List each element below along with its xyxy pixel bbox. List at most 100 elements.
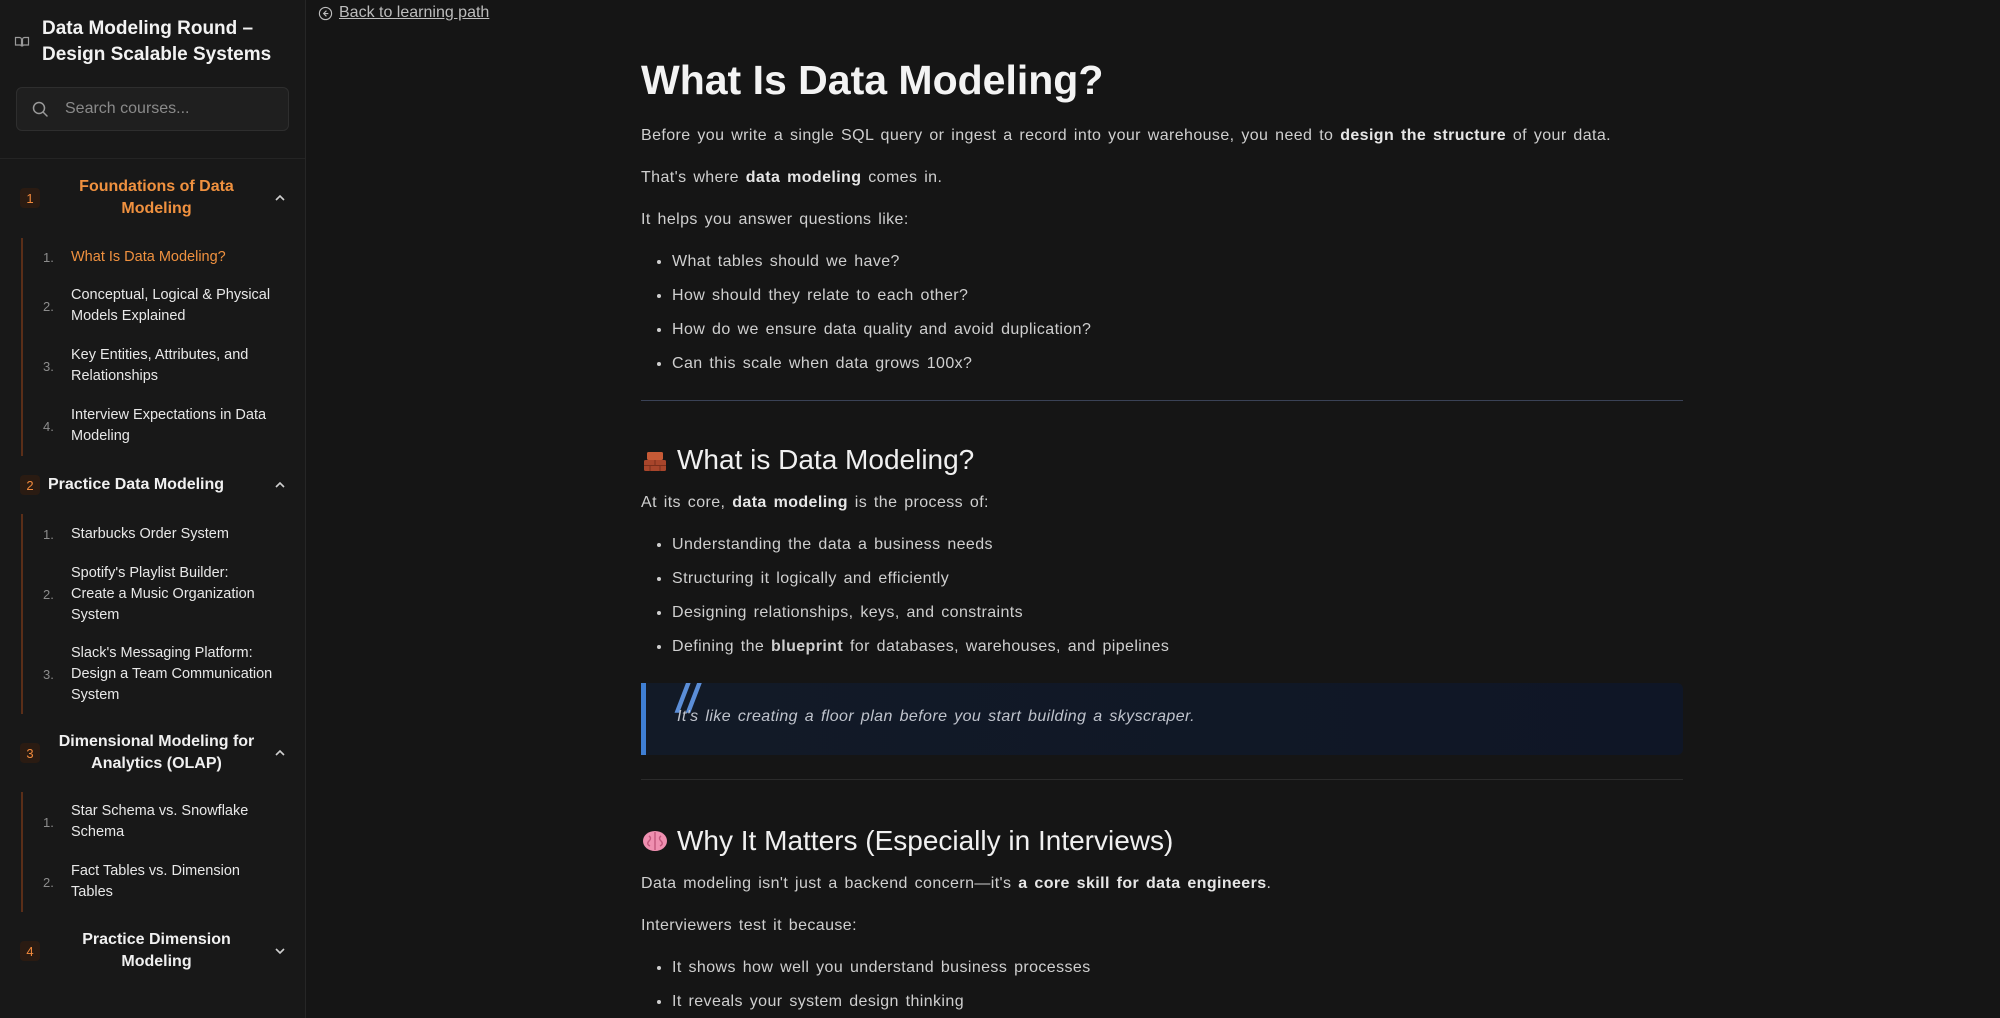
list-item: Understanding the data a business needs: [672, 534, 1683, 556]
module-title: Practice Dimension Modeling: [40, 929, 273, 973]
section-heading: What is Data Modeling?: [641, 441, 1683, 479]
process-list: Understanding the data a business needs …: [641, 534, 1683, 658]
course-title-line: Data Modeling Round –: [42, 18, 254, 39]
lesson-title-line: Spotify's Playlist Builder:: [71, 564, 229, 581]
sidebar: Data Modeling Round – Design Scalable Sy…: [0, 0, 306, 1018]
search-icon: [32, 101, 48, 117]
list-item: Can this scale when data grows 100x?: [672, 353, 1683, 375]
sidebar-divider: [0, 158, 305, 159]
text: is the process of:: [847, 494, 989, 511]
list-item: Defining the blueprint for databases, wa…: [672, 636, 1683, 658]
module-1-header[interactable]: 1 Foundations of Data Modeling: [0, 168, 305, 228]
bold-text: a core skill for data engineers: [1018, 875, 1267, 892]
reasons-list: It shows how well you understand busines…: [641, 957, 1683, 1013]
module-2-lessons: 1. Starbucks Order System 2. Spotify's P…: [21, 514, 305, 714]
paragraph: It helps you answer questions like:: [641, 211, 909, 228]
lesson-number: 3.: [43, 358, 54, 374]
module-number: 1: [20, 188, 40, 208]
search-input[interactable]: [63, 99, 274, 119]
course-title: Data Modeling Round – Design Scalable Sy…: [42, 16, 271, 68]
lesson-item[interactable]: 4. Interview Expectations in Data Modelin…: [23, 396, 305, 456]
lesson-item[interactable]: 1. What Is Data Modeling?: [23, 238, 305, 276]
quote-text: It's like creating a floor plan before y…: [677, 708, 1195, 725]
lesson-title-line: Models Explained: [71, 308, 186, 324]
bold-text: data modeling: [732, 494, 848, 511]
text: of your data.: [1506, 127, 1611, 144]
lesson-title-line: Create a Music Organization: [71, 585, 255, 602]
bricks-icon: [644, 452, 666, 471]
course-title-line: Design Scalable Systems: [42, 44, 272, 65]
lesson-number: 2.: [43, 298, 54, 314]
paragraph: Interviewers test it because:: [641, 917, 857, 934]
chevron-up-icon[interactable]: [273, 478, 287, 492]
lesson-title-line: Star Schema vs. Snowflake: [71, 803, 249, 819]
module-4-header[interactable]: 4 Practice Dimension Modeling: [0, 912, 305, 990]
lesson-item[interactable]: 3. Slack's Messaging Platform: Design a T…: [23, 634, 305, 714]
lesson-title-line: Relationships: [71, 368, 159, 384]
lesson-number: 1.: [43, 526, 54, 542]
lesson-title-line: Tables: [71, 884, 113, 900]
module-title: Dimensional Modeling for Analytics (OLAP…: [40, 731, 273, 775]
lesson-item[interactable]: 1. Starbucks Order System: [23, 514, 305, 554]
text: Data modeling isn't just a backend conce…: [641, 875, 1019, 892]
lesson-title-line: Fact Tables vs. Dimension: [71, 863, 240, 879]
lesson-title: What Is Data Modeling?: [71, 248, 226, 265]
section-heading: Why It Matters (Especially in Interviews…: [641, 822, 1683, 860]
blockquote: // It's like creating a floor plan befor…: [641, 679, 1683, 755]
bold-text: blueprint: [771, 638, 844, 655]
module-number: 2: [20, 475, 40, 495]
intro-paragraph: Before you write a single SQL query or i…: [641, 125, 1683, 147]
back-to-learning-path-link[interactable]: Back to learning path: [318, 4, 489, 22]
chevron-down-icon[interactable]: [273, 944, 287, 958]
paragraph: Data modeling isn't just a backend conce…: [641, 873, 1683, 895]
lesson-item[interactable]: 2. Conceptual, Logical & Physical Models …: [23, 276, 305, 336]
text: Before you write a single SQL query or i…: [641, 127, 1341, 144]
list-item: It reveals your system design thinking: [672, 991, 1683, 1013]
list-item: How do we ensure data quality and avoid …: [672, 319, 1683, 341]
module-title-line: Modeling: [121, 200, 192, 217]
text: .: [1266, 875, 1272, 892]
book-open-icon[interactable]: [14, 34, 30, 50]
module-3-header[interactable]: 3 Dimensional Modeling for Analytics (OL…: [0, 714, 305, 792]
lesson-item[interactable]: 3. Key Entities, Attributes, and Relation…: [23, 336, 305, 396]
lesson-title-line: Design a Team Communication: [71, 665, 273, 682]
module-list: 1 Foundations of Data Modeling 1. What I…: [0, 168, 305, 990]
lesson-title: Spotify's Playlist Builder: Create a Musi…: [71, 563, 255, 626]
text: comes in.: [861, 169, 943, 186]
lesson-item[interactable]: 2. Spotify's Playlist Builder: Create a M…: [23, 554, 305, 634]
lesson-number: 2.: [43, 586, 54, 602]
list-item: How should they relate to each other?: [672, 285, 1683, 307]
module-title-line: Practice Dimension: [82, 931, 231, 948]
lesson-title: Star Schema vs. Snowflake Schema: [71, 801, 248, 843]
text: At its core,: [641, 494, 733, 511]
lesson-title: Interview Expectations in Data Modeling: [71, 405, 266, 447]
lesson-title: Slack's Messaging Platform: Design a Team…: [71, 643, 272, 706]
list-item: What tables should we have?: [672, 251, 1683, 273]
list-item: Structuring it logically and efficiently: [672, 568, 1683, 590]
lesson-item[interactable]: 1. Star Schema vs. Snowflake Schema: [23, 792, 305, 852]
module-2-header[interactable]: 2 Practice Data Modeling: [0, 456, 305, 514]
text: That's where: [641, 169, 746, 186]
divider: [641, 779, 1683, 780]
module-title-line: Dimensional Modeling for: [58, 733, 255, 750]
question-list: What tables should we have? How should t…: [641, 251, 1683, 375]
lesson-item[interactable]: 2. Fact Tables vs. Dimension Tables: [23, 852, 305, 912]
section-heading-text: Why It Matters (Especially in Interviews…: [677, 825, 1174, 856]
chevron-up-icon[interactable]: [273, 746, 287, 760]
list-item: It shows how well you understand busines…: [672, 957, 1683, 979]
lesson-title-line: Modeling: [71, 428, 130, 444]
bold-text: data modeling: [745, 169, 862, 186]
page-title: What Is Data Modeling?: [641, 57, 1104, 103]
section-heading-text: What is Data Modeling?: [677, 444, 975, 475]
lesson-title: Starbucks Order System: [71, 525, 229, 542]
lesson-title-line: Interview Expectations in Data: [71, 407, 267, 423]
chevron-up-icon[interactable]: [273, 191, 287, 205]
text: for databases, warehouses, and pipelines: [843, 638, 1170, 655]
brain-icon: [643, 831, 667, 851]
paragraph: That's where data modeling comes in.: [641, 167, 1683, 189]
module-title: Practice Data Modeling: [48, 476, 225, 493]
lesson-title-line: System: [71, 606, 120, 623]
lesson-number: 1.: [43, 814, 54, 830]
search-box[interactable]: [16, 87, 289, 131]
lesson-number: 3.: [43, 666, 54, 682]
